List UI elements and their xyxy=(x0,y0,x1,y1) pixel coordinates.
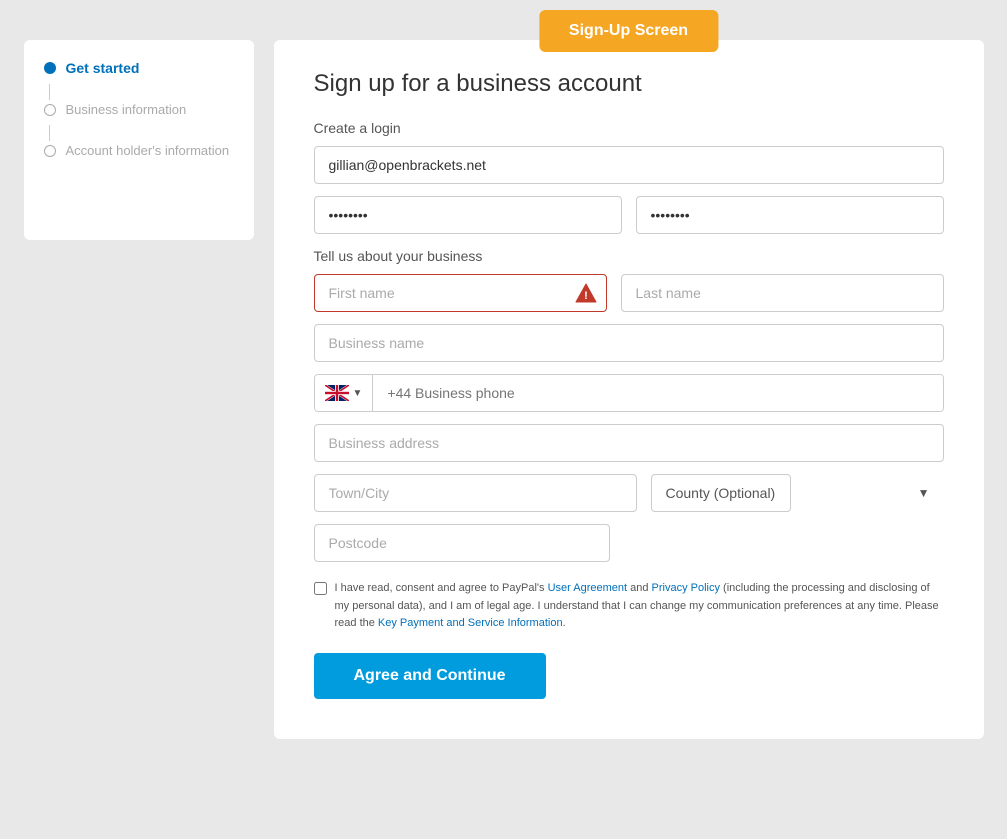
last-name-field[interactable] xyxy=(621,274,944,312)
sidebar: Get started Business information Account… xyxy=(24,40,254,240)
phone-row: ▼ xyxy=(314,374,944,412)
password-field[interactable] xyxy=(314,196,622,234)
postcode-group xyxy=(314,524,944,562)
agree-checkbox-row: I have read, consent and agree to PayPal… xyxy=(314,580,944,633)
sidebar-connector-2 xyxy=(49,125,51,141)
agree-section: I have read, consent and agree to PayPal… xyxy=(314,580,944,633)
county-wrapper: County (Optional) ▼ xyxy=(651,474,944,512)
uk-flag-icon xyxy=(325,385,349,401)
email-group xyxy=(314,146,944,184)
warning-icon: ! xyxy=(575,282,597,304)
page-title: Sign up for a business account xyxy=(314,70,944,98)
business-name-group xyxy=(314,324,944,362)
business-section-label: Tell us about your business xyxy=(314,248,944,264)
privacy-policy-link[interactable]: Privacy Policy xyxy=(652,582,720,594)
sidebar-item-get-started[interactable]: Get started xyxy=(44,60,234,76)
svg-text:!: ! xyxy=(584,290,588,302)
business-address-group xyxy=(314,424,944,462)
first-name-wrapper: ! xyxy=(314,274,607,312)
phone-flag-dropdown[interactable]: ▼ xyxy=(315,375,374,411)
name-row: ! xyxy=(314,274,944,312)
password-confirm-field[interactable] xyxy=(636,196,944,234)
sidebar-dot-business xyxy=(44,104,56,116)
sidebar-item-account-holders[interactable]: Account holder's information xyxy=(44,143,234,158)
email-field[interactable] xyxy=(314,146,944,184)
town-county-row: County (Optional) ▼ xyxy=(314,474,944,512)
sidebar-dot-account xyxy=(44,145,56,157)
signup-screen-button[interactable]: Sign-Up Screen xyxy=(539,10,718,52)
phone-flag-chevron: ▼ xyxy=(353,388,363,399)
postcode-field[interactable] xyxy=(314,524,610,562)
first-name-field[interactable] xyxy=(314,274,607,312)
sidebar-dot-active xyxy=(44,62,56,74)
create-login-label: Create a login xyxy=(314,120,944,136)
business-name-field[interactable] xyxy=(314,324,944,362)
agree-checkbox[interactable] xyxy=(314,582,327,595)
sidebar-label-account-holders: Account holder's information xyxy=(66,143,230,158)
county-chevron-icon: ▼ xyxy=(918,486,930,500)
county-select[interactable]: County (Optional) xyxy=(651,474,791,512)
business-phone-field[interactable] xyxy=(373,375,942,411)
sidebar-connector-1 xyxy=(49,84,51,100)
main-card: Sign-Up Screen Sign up for a business ac… xyxy=(274,40,984,739)
business-address-field[interactable] xyxy=(314,424,944,462)
key-payment-link[interactable]: Key Payment and Service Information xyxy=(378,617,563,629)
sidebar-label-business-info: Business information xyxy=(66,102,187,117)
agree-text: I have read, consent and agree to PayPal… xyxy=(335,580,944,633)
sidebar-item-business-info[interactable]: Business information xyxy=(44,102,234,117)
agree-continue-button[interactable]: Agree and Continue xyxy=(314,653,546,699)
town-city-field[interactable] xyxy=(314,474,637,512)
password-row xyxy=(314,196,944,234)
user-agreement-link[interactable]: User Agreement xyxy=(548,582,627,594)
sidebar-label-get-started: Get started xyxy=(66,60,140,76)
